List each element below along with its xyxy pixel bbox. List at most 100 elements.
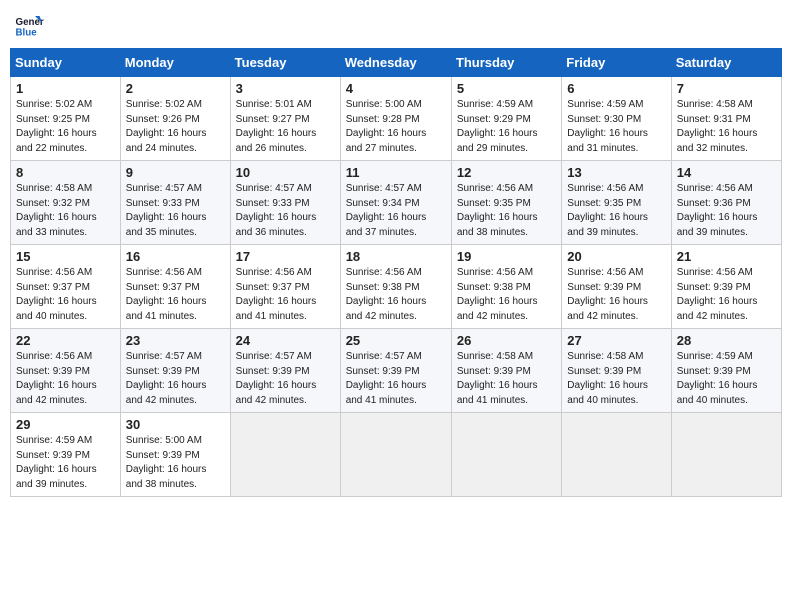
day-number: 5 [457,81,556,96]
table-row: 13 Sunrise: 4:56 AM Sunset: 9:35 PM Dayli… [562,161,671,245]
day-info: Sunrise: 4:57 AM Sunset: 9:33 PM Dayligh… [236,182,335,240]
day-info: Sunrise: 4:57 AM Sunset: 9:39 PM Dayligh… [126,350,225,408]
calendar-week-row: 8 Sunrise: 4:58 AM Sunset: 9:32 PM Daylig… [11,161,782,245]
page-header: General Blue [10,10,782,40]
day-info: Sunrise: 4:56 AM Sunset: 9:37 PM Dayligh… [236,266,335,324]
day-info: Sunrise: 5:02 AM Sunset: 9:25 PM Dayligh… [16,98,115,156]
calendar-week-row: 29Sunrise: 4:59 AM Sunset: 9:39 PM Dayli… [11,413,782,497]
day-number: 22 [16,333,115,348]
calendar-week-row: 22 Sunrise: 4:56 AM Sunset: 9:39 PM Dayli… [11,329,782,413]
table-row [671,413,781,497]
calendar-header-row: Sunday Monday Tuesday Wednesday Thursday… [11,49,782,77]
table-row: 6 Sunrise: 4:59 AM Sunset: 9:30 PM Daylig… [562,77,671,161]
logo: General Blue [14,10,48,40]
day-info: Sunrise: 4:57 AM Sunset: 9:34 PM Dayligh… [346,182,446,240]
table-row: 4 Sunrise: 5:00 AM Sunset: 9:28 PM Daylig… [340,77,451,161]
day-number: 11 [346,165,446,180]
col-thursday: Thursday [451,49,561,77]
day-info: Sunrise: 4:56 AM Sunset: 9:38 PM Dayligh… [346,266,446,324]
day-number: 13 [567,165,665,180]
day-info: Sunrise: 4:56 AM Sunset: 9:39 PM Dayligh… [677,266,776,324]
day-number: 28 [677,333,776,348]
day-number: 14 [677,165,776,180]
table-row: 25 Sunrise: 4:57 AM Sunset: 9:39 PM Dayli… [340,329,451,413]
table-row: 7 Sunrise: 4:58 AM Sunset: 9:31 PM Daylig… [671,77,781,161]
day-info: Sunrise: 4:56 AM Sunset: 9:35 PM Dayligh… [567,182,665,240]
day-number: 30 [126,417,225,432]
table-row: 16 Sunrise: 4:56 AM Sunset: 9:37 PM Dayli… [120,245,230,329]
table-row: 19 Sunrise: 4:56 AM Sunset: 9:38 PM Dayli… [451,245,561,329]
table-row [340,413,451,497]
day-info: Sunrise: 4:59 AM Sunset: 9:29 PM Dayligh… [457,98,556,156]
table-row: 9Sunrise: 4:57 AM Sunset: 9:33 PM Daylig… [120,161,230,245]
table-row: 20 Sunrise: 4:56 AM Sunset: 9:39 PM Dayli… [562,245,671,329]
day-info: Sunrise: 5:00 AM Sunset: 9:39 PM Dayligh… [126,434,225,492]
logo-icon: General Blue [14,10,44,40]
table-row: 15Sunrise: 4:56 AM Sunset: 9:37 PM Dayli… [11,245,121,329]
col-wednesday: Wednesday [340,49,451,77]
calendar-week-row: 15Sunrise: 4:56 AM Sunset: 9:37 PM Dayli… [11,245,782,329]
svg-text:Blue: Blue [16,28,38,39]
day-number: 17 [236,249,335,264]
table-row: 8 Sunrise: 4:58 AM Sunset: 9:32 PM Daylig… [11,161,121,245]
table-row [562,413,671,497]
table-row: 5 Sunrise: 4:59 AM Sunset: 9:29 PM Daylig… [451,77,561,161]
table-row: 17 Sunrise: 4:56 AM Sunset: 9:37 PM Dayli… [230,245,340,329]
day-info: Sunrise: 4:56 AM Sunset: 9:36 PM Dayligh… [677,182,776,240]
day-info: Sunrise: 4:56 AM Sunset: 9:37 PM Dayligh… [126,266,225,324]
table-row: 11 Sunrise: 4:57 AM Sunset: 9:34 PM Dayli… [340,161,451,245]
day-number: 25 [346,333,446,348]
table-row: 1 Sunrise: 5:02 AM Sunset: 9:25 PM Daylig… [11,77,121,161]
table-row [451,413,561,497]
day-info: Sunrise: 4:59 AM Sunset: 9:30 PM Dayligh… [567,98,665,156]
col-friday: Friday [562,49,671,77]
day-info: Sunrise: 4:56 AM Sunset: 9:38 PM Dayligh… [457,266,556,324]
day-number: 1 [16,81,115,96]
day-number: 19 [457,249,556,264]
day-info: Sunrise: 4:57 AM Sunset: 9:39 PM Dayligh… [346,350,446,408]
table-row: 28 Sunrise: 4:59 AM Sunset: 9:39 PM Dayli… [671,329,781,413]
day-number: 20 [567,249,665,264]
table-row: 10 Sunrise: 4:57 AM Sunset: 9:33 PM Dayli… [230,161,340,245]
day-number: 8 [16,165,115,180]
table-row: 18 Sunrise: 4:56 AM Sunset: 9:38 PM Dayli… [340,245,451,329]
table-row: 30 Sunrise: 5:00 AM Sunset: 9:39 PM Dayli… [120,413,230,497]
day-info: Sunrise: 4:56 AM Sunset: 9:39 PM Dayligh… [16,350,115,408]
day-info: Sunrise: 5:01 AM Sunset: 9:27 PM Dayligh… [236,98,335,156]
day-info: Sunrise: 5:00 AM Sunset: 9:28 PM Dayligh… [346,98,446,156]
table-row: 21 Sunrise: 4:56 AM Sunset: 9:39 PM Dayli… [671,245,781,329]
table-row: 22 Sunrise: 4:56 AM Sunset: 9:39 PM Dayli… [11,329,121,413]
day-info: Sunrise: 4:58 AM Sunset: 9:32 PM Dayligh… [16,182,115,240]
day-number: 16 [126,249,225,264]
day-number: 26 [457,333,556,348]
day-number: 6 [567,81,665,96]
day-number: 4 [346,81,446,96]
calendar-table: Sunday Monday Tuesday Wednesday Thursday… [10,48,782,497]
day-number: 9 [126,165,225,180]
table-row: 2Sunrise: 5:02 AM Sunset: 9:26 PM Daylig… [120,77,230,161]
day-info: Sunrise: 4:58 AM Sunset: 9:39 PM Dayligh… [457,350,556,408]
col-monday: Monday [120,49,230,77]
day-number: 24 [236,333,335,348]
table-row: 27 Sunrise: 4:58 AM Sunset: 9:39 PM Dayli… [562,329,671,413]
table-row: 3 Sunrise: 5:01 AM Sunset: 9:27 PM Daylig… [230,77,340,161]
day-info: Sunrise: 4:58 AM Sunset: 9:39 PM Dayligh… [567,350,665,408]
day-number: 3 [236,81,335,96]
day-number: 7 [677,81,776,96]
day-number: 10 [236,165,335,180]
col-saturday: Saturday [671,49,781,77]
day-info: Sunrise: 4:56 AM Sunset: 9:37 PM Dayligh… [16,266,115,324]
day-number: 23 [126,333,225,348]
table-row: 26 Sunrise: 4:58 AM Sunset: 9:39 PM Dayli… [451,329,561,413]
calendar-week-row: 1 Sunrise: 5:02 AM Sunset: 9:25 PM Daylig… [11,77,782,161]
day-info: Sunrise: 4:56 AM Sunset: 9:35 PM Dayligh… [457,182,556,240]
day-number: 18 [346,249,446,264]
col-sunday: Sunday [11,49,121,77]
day-info: Sunrise: 4:58 AM Sunset: 9:31 PM Dayligh… [677,98,776,156]
day-number: 27 [567,333,665,348]
table-row [230,413,340,497]
day-number: 29 [16,417,115,432]
day-info: Sunrise: 4:59 AM Sunset: 9:39 PM Dayligh… [677,350,776,408]
day-info: Sunrise: 4:56 AM Sunset: 9:39 PM Dayligh… [567,266,665,324]
day-number: 21 [677,249,776,264]
